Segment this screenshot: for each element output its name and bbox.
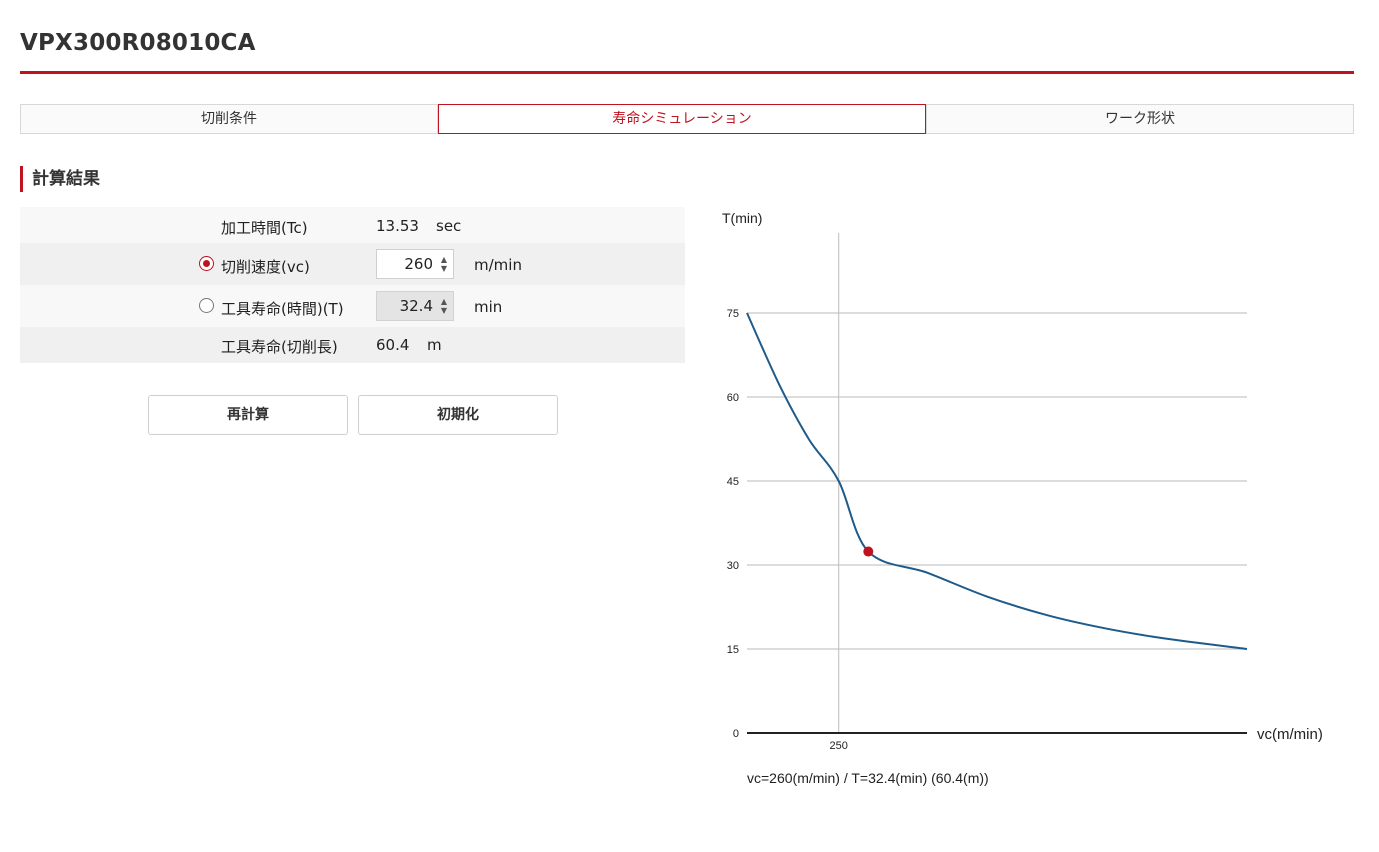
tool-life-time-label: 工具寿命(時間)(T) bbox=[221, 300, 344, 318]
machining-time-value: 13.53 bbox=[376, 217, 419, 235]
y-axis-title: T(min) bbox=[722, 210, 762, 226]
tab-bar: 切削条件 寿命シミュレーション ワーク形状 bbox=[20, 104, 1354, 134]
row-tool-life-time: 工具寿命(時間)(T) 32.4 ▲ ▼ min bbox=[20, 285, 685, 327]
chart-footer-text: vc=260(m/min) / T=32.4(min) (60.4(m)) bbox=[747, 770, 989, 786]
machining-time-label: 加工時間(Tc) bbox=[221, 219, 308, 237]
page-title: VPX300R08010CA bbox=[20, 30, 256, 56]
tab-life-simulation[interactable]: 寿命シミュレーション bbox=[438, 104, 926, 134]
tool-life-time-unit: min bbox=[474, 298, 503, 316]
cutting-speed-label: 切削速度(vc) bbox=[221, 258, 310, 276]
reset-button[interactable]: 初期化 bbox=[358, 395, 558, 435]
y-tick-label: 15 bbox=[727, 644, 739, 656]
tool-life-length-unit: m bbox=[427, 336, 442, 354]
results-table: 加工時間(Tc) 13.53 sec 切削速度(vc) 260 ▲ ▼ m/min… bbox=[20, 207, 685, 363]
recalculate-button[interactable]: 再計算 bbox=[148, 395, 348, 435]
x-tick-label: 250 bbox=[830, 740, 848, 752]
y-tick-label: 45 bbox=[727, 476, 739, 488]
header-divider bbox=[20, 71, 1354, 74]
tool-life-length-label: 工具寿命(切削長) bbox=[221, 338, 338, 356]
section-title: 計算結果 bbox=[20, 166, 100, 192]
cutting-speed-value: 260 bbox=[404, 255, 433, 273]
tool-life-time-radio[interactable] bbox=[199, 298, 214, 313]
row-cutting-speed: 切削速度(vc) 260 ▲ ▼ m/min bbox=[20, 243, 685, 285]
y-tick-label: 30 bbox=[727, 560, 739, 572]
cutting-speed-input[interactable]: 260 ▲ ▼ bbox=[376, 249, 454, 279]
y-tick-label: 60 bbox=[727, 392, 739, 404]
tab-cutting-conditions[interactable]: 切削条件 bbox=[20, 104, 438, 134]
machining-time-unit: sec bbox=[436, 217, 462, 235]
y-tick-label: 0 bbox=[733, 728, 739, 740]
cutting-speed-unit: m/min bbox=[474, 256, 522, 274]
tool-life-time-input[interactable]: 32.4 ▲ ▼ bbox=[376, 291, 454, 321]
spinner-arrows-icon[interactable]: ▲ ▼ bbox=[439, 255, 449, 273]
tab-work-shape[interactable]: ワーク形状 bbox=[926, 104, 1354, 134]
tool-life-length-value: 60.4 bbox=[376, 336, 410, 354]
spinner-arrows-icon[interactable]: ▲ ▼ bbox=[439, 297, 449, 315]
current-point-marker bbox=[863, 546, 874, 557]
row-machining-time: 加工時間(Tc) 13.53 sec bbox=[20, 207, 685, 243]
row-tool-life-length: 工具寿命(切削長) 60.4 m bbox=[20, 327, 685, 363]
tool-life-chart: 0 15 30 45 60 75 250 T(min) vc(m/min) vc=260(m/mi… bbox=[722, 210, 1323, 786]
cutting-speed-radio[interactable] bbox=[199, 256, 214, 271]
y-tick-label: 75 bbox=[727, 308, 739, 320]
x-axis-title: vc(m/min) bbox=[1257, 726, 1323, 743]
tool-life-time-value: 32.4 bbox=[399, 297, 433, 315]
